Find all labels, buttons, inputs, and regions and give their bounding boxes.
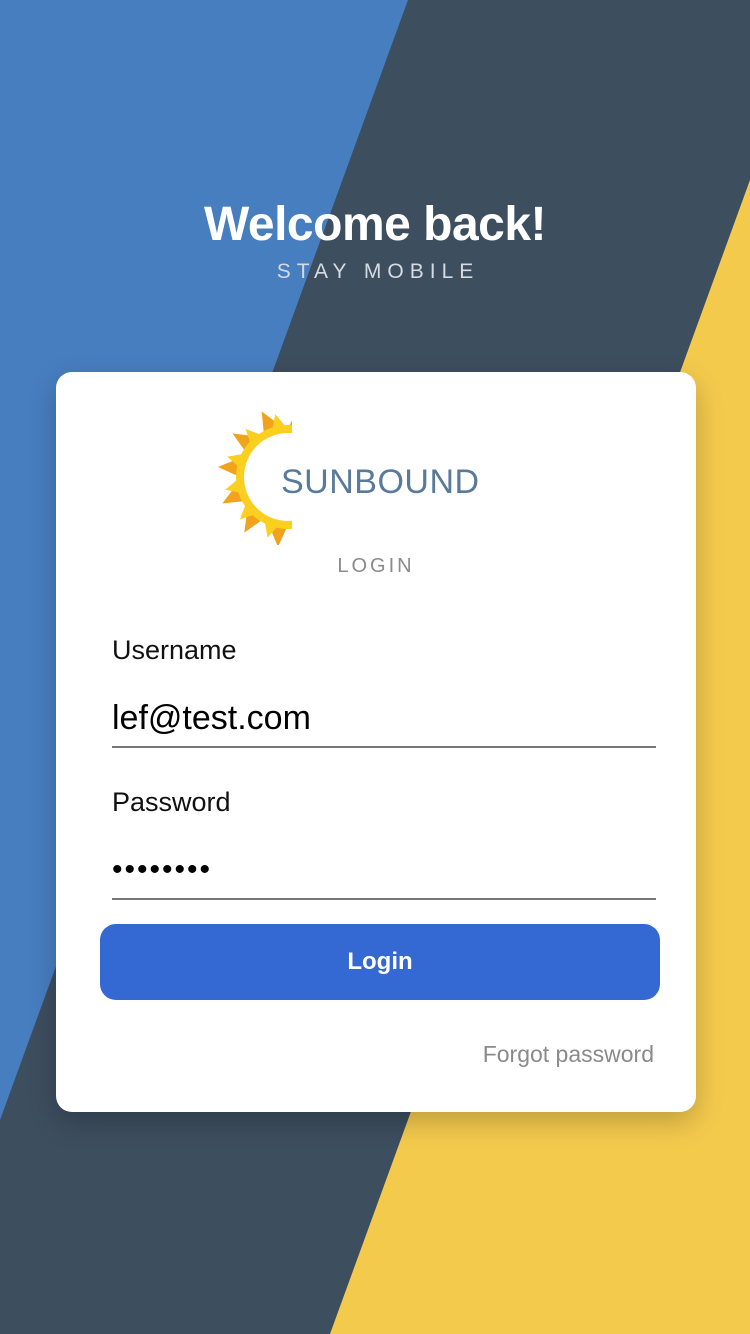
login-button[interactable]: Login (100, 924, 660, 1000)
login-screen: Welcome back! STAY MOBILE SUNBOUND LOGIN… (0, 0, 750, 1334)
username-field-container (112, 690, 656, 748)
page-subtitle: STAY MOBILE (276, 260, 480, 283)
password-field-container (112, 842, 656, 900)
login-card: SUNBOUND LOGIN Username Password Login F… (56, 372, 696, 1112)
username-label: Username (112, 635, 237, 665)
password-label: Password (112, 787, 231, 817)
page-title: Welcome back! (203, 198, 547, 251)
hero-header: Welcome back! STAY MOBILE (0, 196, 750, 284)
brand-name: SUNBOUND (281, 463, 480, 501)
password-input[interactable] (112, 842, 656, 898)
forgot-password-link[interactable]: Forgot password (483, 1040, 654, 1068)
username-input[interactable] (112, 690, 656, 746)
brand-logo: SUNBOUND (216, 410, 479, 545)
form-caption: LOGIN (337, 555, 415, 577)
